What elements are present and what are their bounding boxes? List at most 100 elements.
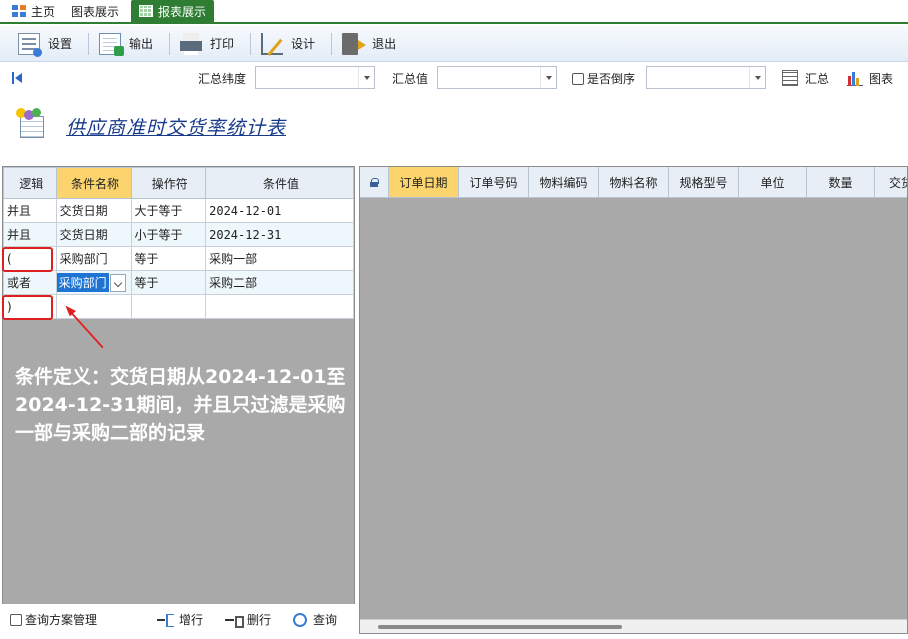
print-label: 打印 (210, 37, 235, 51)
cell-condition-value[interactable]: 采购二部 (205, 270, 354, 295)
condition-name-combo-value[interactable]: 采购部门 (57, 272, 109, 292)
export-label: 输出 (129, 37, 154, 51)
cell-logic[interactable]: 并且 (3, 198, 57, 223)
chevron-down-icon[interactable] (540, 67, 556, 88)
annotation-text: 条件定义：交货日期从2024-12-01至2024-12-31期间，并且只过滤是… (15, 366, 346, 444)
chevron-down-icon[interactable] (109, 274, 126, 293)
report-title: 供应商准时交货率统计表 (66, 117, 287, 139)
design-button[interactable]: 设计 (257, 29, 325, 59)
tab-report-display[interactable]: 报表展示 (131, 0, 215, 22)
scheme-manage-label: 查询方案管理 (25, 613, 98, 627)
cell-operator[interactable]: 大于等于 (130, 198, 207, 223)
header-logic[interactable]: 逻辑 (3, 167, 57, 199)
scrollbar-thumb[interactable] (378, 625, 622, 629)
header-spec-model[interactable]: 规格型号 (669, 167, 739, 198)
lock-column-header[interactable] (360, 167, 389, 198)
highlight-box-close-paren (2, 295, 53, 320)
search-icon (293, 612, 307, 627)
result-header: 订单日期 订单号码 物料编码 物料名称 规格型号 单位 数量 交货 (360, 167, 907, 198)
query-label: 查询 (313, 613, 338, 627)
cell-logic[interactable]: 或者 (3, 270, 57, 295)
report-icon (16, 108, 46, 138)
horizontal-scrollbar[interactable] (360, 619, 907, 633)
add-row-icon (157, 613, 174, 627)
summary-dimension-label: 汇总纬度 (198, 72, 247, 86)
condition-bottom-bar: 查询方案管理 增行 删行 查询 (2, 604, 355, 635)
tab-home[interactable]: 主页 (4, 0, 63, 22)
cell-condition-value[interactable] (205, 294, 354, 319)
header-condition-value[interactable]: 条件值 (205, 167, 354, 199)
bar-chart-icon (847, 70, 863, 86)
cell-condition-value[interactable]: 采购一部 (205, 246, 354, 271)
tab-bar: 主页 图表展示 报表展示 (0, 0, 908, 24)
result-panel: 订单日期 订单号码 物料编码 物料名称 规格型号 单位 数量 交货 (359, 166, 908, 634)
header-delivery[interactable]: 交货 (875, 167, 907, 198)
chart-button[interactable]: 图表 (869, 70, 893, 87)
header-material-name[interactable]: 物料名称 (599, 167, 669, 198)
table-row[interactable]: 并且 交货日期 大于等于 2024-12-01 (3, 198, 354, 223)
header-order-number[interactable]: 订单号码 (459, 167, 529, 198)
settings-button[interactable]: 设置 (14, 29, 82, 59)
cell-operator[interactable]: 等于 (130, 246, 207, 271)
table-row[interactable]: ) (3, 294, 354, 319)
condition-table: 逻辑 条件名称 操作符 条件值 并且 交货日期 大于等于 2024-12-01 … (3, 167, 354, 319)
delete-row-button[interactable]: 删行 (225, 611, 271, 628)
summary-value-label: 汇总值 (392, 72, 429, 86)
delete-row-icon (225, 614, 244, 628)
toolbar-separator (88, 32, 90, 55)
header-condition-name[interactable]: 条件名称 (55, 167, 132, 199)
cell-operator[interactable]: 等于 (130, 270, 207, 295)
filter-row: 汇总纬度 汇总值 是否倒序 汇总 图表 (0, 62, 908, 94)
summary-icon (782, 70, 798, 86)
chevron-down-icon[interactable] (358, 67, 374, 88)
delete-row-label: 删行 (247, 613, 272, 627)
reverse-order-select[interactable] (646, 66, 766, 89)
settings-icon (18, 32, 42, 57)
query-button[interactable]: 查询 (293, 611, 337, 628)
home-icon (12, 5, 26, 17)
tab-home-label: 主页 (31, 4, 56, 19)
chevron-down-icon[interactable] (749, 67, 765, 88)
header-quantity[interactable]: 数量 (807, 167, 875, 198)
table-row[interactable]: 或者 采购部门 等于 采购二部 (3, 270, 354, 295)
cell-condition-name-editor[interactable]: 采购部门 (55, 270, 132, 295)
export-icon (99, 32, 125, 56)
summary-button[interactable]: 汇总 (805, 70, 829, 87)
scheme-manage-checkbox[interactable] (10, 613, 22, 626)
summary-value-select[interactable] (437, 66, 557, 89)
cell-condition-value[interactable]: 2024-12-01 (205, 198, 354, 223)
cell-logic[interactable]: 并且 (3, 222, 57, 247)
add-row-label: 增行 (179, 613, 204, 627)
summary-dimension-select[interactable] (255, 66, 375, 89)
annotation-arrow (65, 305, 104, 349)
cell-condition-name[interactable]: 采购部门 (55, 246, 132, 271)
first-page-icon[interactable] (12, 72, 22, 84)
cell-operator[interactable] (130, 294, 207, 319)
exit-door-icon (342, 32, 367, 55)
cell-condition-name[interactable]: 交货日期 (55, 198, 132, 223)
printer-icon (180, 32, 203, 55)
header-operator[interactable]: 操作符 (130, 167, 207, 199)
print-button[interactable]: 打印 (176, 29, 244, 59)
tab-chart-display[interactable]: 图表展示 (63, 0, 127, 22)
toolbar-separator (331, 32, 333, 55)
table-row[interactable]: ( 采购部门 等于 采购一部 (3, 246, 354, 271)
grid-icon (139, 5, 154, 17)
cell-condition-name[interactable]: 交货日期 (55, 222, 132, 247)
header-unit[interactable]: 单位 (739, 167, 807, 198)
reverse-order-label: 是否倒序 (587, 72, 636, 86)
add-row-button[interactable]: 增行 (157, 611, 203, 628)
cell-operator[interactable]: 小于等于 (130, 222, 207, 247)
condition-panel: 逻辑 条件名称 操作符 条件值 并且 交货日期 大于等于 2024-12-01 … (2, 166, 355, 634)
table-row[interactable]: 并且 交货日期 小于等于 2024-12-31 (3, 222, 354, 247)
design-label: 设计 (291, 37, 316, 51)
header-order-date[interactable]: 订单日期 (389, 167, 459, 198)
exit-button[interactable]: 退出 (338, 29, 406, 59)
lock-icon (370, 177, 379, 187)
toolbar-separator (250, 32, 252, 55)
highlight-box-open-paren (2, 247, 53, 272)
reverse-order-checkbox[interactable] (572, 73, 584, 85)
header-material-code[interactable]: 物料编码 (529, 167, 599, 198)
export-button[interactable]: 输出 (95, 29, 163, 59)
cell-condition-value[interactable]: 2024-12-31 (205, 222, 354, 247)
